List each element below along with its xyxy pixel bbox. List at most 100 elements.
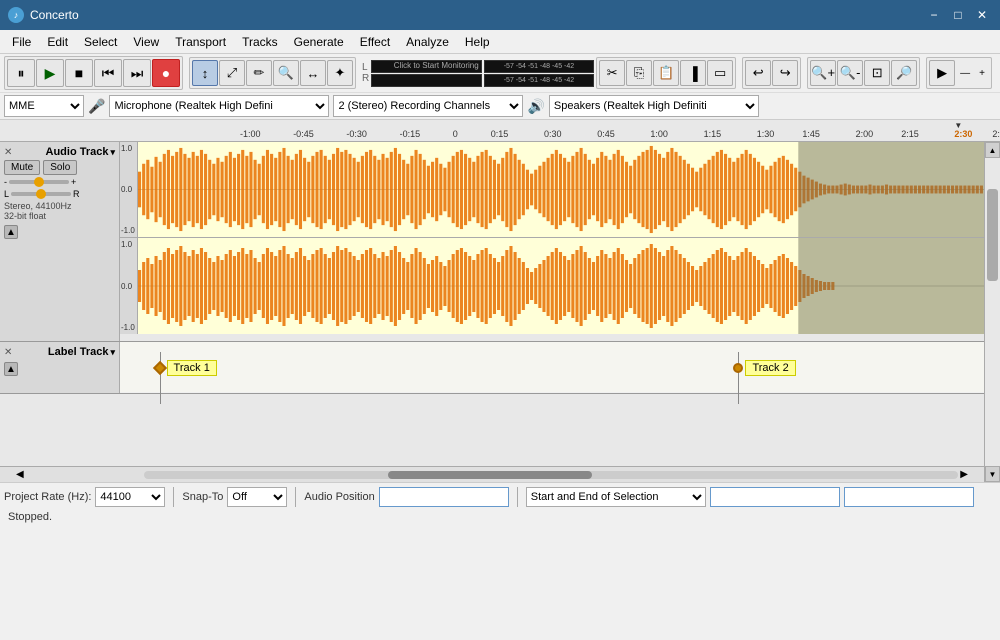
silence-button[interactable]: ▭ — [707, 60, 733, 86]
selection-tool[interactable]: ↕ — [192, 60, 218, 86]
paste-button[interactable]: 📋 — [653, 60, 679, 86]
close-button[interactable]: ✕ — [972, 5, 992, 25]
scroll-left-button[interactable]: ◀ — [16, 469, 24, 480]
skip-back-button[interactable]: ⏮ — [94, 59, 122, 87]
menu-generate[interactable]: Generate — [286, 33, 352, 51]
main-area: ✕ Audio Track ▾ Mute Solo - + L — [0, 142, 1000, 482]
zoom-sel-button[interactable]: 🔎 — [891, 60, 917, 86]
track-sample-rate: Stereo, 44100Hz — [4, 201, 115, 211]
audio-track-close[interactable]: ✕ — [4, 147, 12, 158]
playback-volume-label: — — [956, 68, 974, 79]
zoom-fit-button[interactable]: ⊡ — [864, 60, 890, 86]
zoom-in-button[interactable]: 🔍+ — [810, 60, 836, 86]
v-scroll-up[interactable]: ▲ — [985, 142, 1000, 158]
play-button[interactable]: ▶ — [36, 59, 64, 87]
waveform-top-svg — [138, 142, 984, 237]
label-marker-2 — [731, 361, 745, 375]
skip-forward-button[interactable]: ⏭ — [123, 59, 151, 87]
playback-volume-max: + — [975, 68, 989, 79]
record-button[interactable]: ● — [152, 59, 180, 87]
stop-button[interactable]: ■ — [65, 59, 93, 87]
pan-slider[interactable] — [11, 192, 71, 196]
label-track-name-button[interactable]: Label Track ▾ — [48, 346, 115, 358]
zoom-out-button[interactable]: 🔍- — [837, 60, 863, 86]
draw-tool[interactable]: ✏ — [246, 60, 272, 86]
scroll-right-button[interactable]: ▶ — [960, 469, 968, 480]
undo-button[interactable]: ↩ — [745, 60, 771, 86]
speaker-icon: 🔊 — [527, 98, 544, 115]
separator-3 — [517, 487, 518, 507]
input-meter-R — [371, 74, 481, 87]
h-scroll-track[interactable] — [144, 471, 959, 479]
zoom-in-tool[interactable]: 🔍 — [273, 60, 299, 86]
maximize-button[interactable]: □ — [948, 5, 968, 25]
toolbar-main: ⏸ ▶ ■ ⏮ ⏭ ● ↕ ⤢ ✏ 🔍 ↔ ✦ LR Click to Star… — [0, 54, 1000, 93]
transport-controls: ⏸ ▶ ■ ⏮ ⏭ ● — [4, 56, 183, 90]
multi-tool[interactable]: ✦ — [327, 60, 353, 86]
audio-position-input[interactable]: 00 h 02 m 23.653 s — [379, 487, 509, 507]
v-scroll-track[interactable] — [985, 158, 1000, 466]
h-scrollbar[interactable]: ◀ ▶ — [0, 466, 984, 482]
timeshift-tool[interactable]: ↔ — [300, 60, 326, 86]
audio-position-label: Audio Position — [304, 491, 374, 503]
copy-button[interactable]: ⎘ — [626, 60, 652, 86]
gain-slider[interactable] — [9, 180, 69, 184]
audio-track-name-button[interactable]: Audio Track ▾ — [46, 146, 116, 158]
v-scrollbar[interactable]: ▲ ▼ — [984, 142, 1000, 482]
tool-palette: ↕ ⤢ ✏ 🔍 ↔ ✦ — [189, 57, 356, 89]
menu-file[interactable]: File — [4, 33, 39, 51]
label-marker-1 — [152, 361, 166, 375]
label-track-close[interactable]: ✕ — [4, 347, 12, 358]
menu-edit[interactable]: Edit — [39, 33, 76, 51]
redo-button[interactable]: ↪ — [772, 60, 798, 86]
menu-analyze[interactable]: Analyze — [398, 33, 457, 51]
speaker-select[interactable]: Speakers (Realtek High Definiti — [549, 95, 759, 117]
cut-button[interactable]: ✂ — [599, 60, 625, 86]
toolbars: ⏸ ▶ ■ ⏮ ⏭ ● ↕ ⤢ ✏ 🔍 ↔ ✦ LR Click to Star… — [0, 54, 1000, 120]
window-controls: − □ ✕ — [924, 5, 992, 25]
trim-button[interactable]: ▐ — [680, 60, 706, 86]
menu-help[interactable]: Help — [457, 33, 498, 51]
waveform-top: 1.0 0.0 -1.0 generate bars — [120, 142, 984, 238]
selection-start-input[interactable]: 00 h 02 m 23.653 s — [710, 487, 840, 507]
v-scroll-thumb[interactable] — [987, 189, 998, 281]
selection-mode-select[interactable]: Start and End of Selection — [526, 487, 706, 507]
menu-tracks[interactable]: Tracks — [234, 33, 286, 51]
track-collapse-button[interactable]: ▲ — [4, 225, 18, 239]
playback-controls: ▶ — + — [926, 57, 992, 89]
monitoring-btn[interactable]: Click to Start Monitoring — [394, 61, 479, 70]
h-scroll-thumb[interactable] — [388, 471, 592, 479]
menu-transport[interactable]: Transport — [167, 33, 234, 51]
envelope-tool[interactable]: ⤢ — [219, 60, 245, 86]
menu-effect[interactable]: Effect — [352, 33, 398, 51]
selection-end-input[interactable]: 00 h 02 m 36.776 s — [844, 487, 974, 507]
menu-view[interactable]: View — [125, 33, 167, 51]
menu-select[interactable]: Select — [76, 33, 125, 51]
history-tools: ↩ ↪ — [742, 57, 801, 89]
microphone-select[interactable]: Microphone (Realtek High Defini — [109, 95, 329, 117]
minimize-button[interactable]: − — [924, 5, 944, 25]
input-level-label: LR — [362, 62, 369, 84]
empty-track-area — [0, 394, 984, 466]
audio-track-waveform[interactable]: 1.0 0.0 -1.0 generate bars — [120, 142, 984, 341]
solo-button[interactable]: Solo — [43, 160, 77, 175]
playback-play[interactable]: ▶ — [929, 60, 955, 86]
label-track-content[interactable]: Track 1 Track 2 — [120, 342, 984, 392]
v-scroll-down[interactable]: ▼ — [985, 466, 1000, 482]
label-track-collapse[interactable]: ▲ — [4, 362, 18, 376]
label-text-1: Track 1 — [167, 360, 217, 376]
snap-to-select[interactable]: Off — [227, 487, 287, 507]
snap-to-label: Snap-To — [182, 491, 223, 503]
separator-2 — [295, 487, 296, 507]
mic-icon: 🎤 — [88, 98, 105, 115]
project-rate-label: Project Rate (Hz): — [4, 491, 91, 503]
audio-host-select[interactable]: MME — [4, 95, 84, 117]
mute-button[interactable]: Mute — [4, 160, 40, 175]
status-controls: Project Rate (Hz): 44100 Snap-To Off Aud… — [0, 483, 1000, 509]
channels-select[interactable]: 2 (Stereo) Recording Channels — [333, 95, 523, 117]
separator-1 — [173, 487, 174, 507]
pause-button[interactable]: ⏸ — [7, 59, 35, 87]
output-meter-R: -57 -54 -51 -48 -45 -42 — [484, 74, 594, 87]
project-rate-select[interactable]: 44100 — [95, 487, 165, 507]
waveform-bottom: 1.0 0.0 -1.0 — [120, 238, 984, 334]
